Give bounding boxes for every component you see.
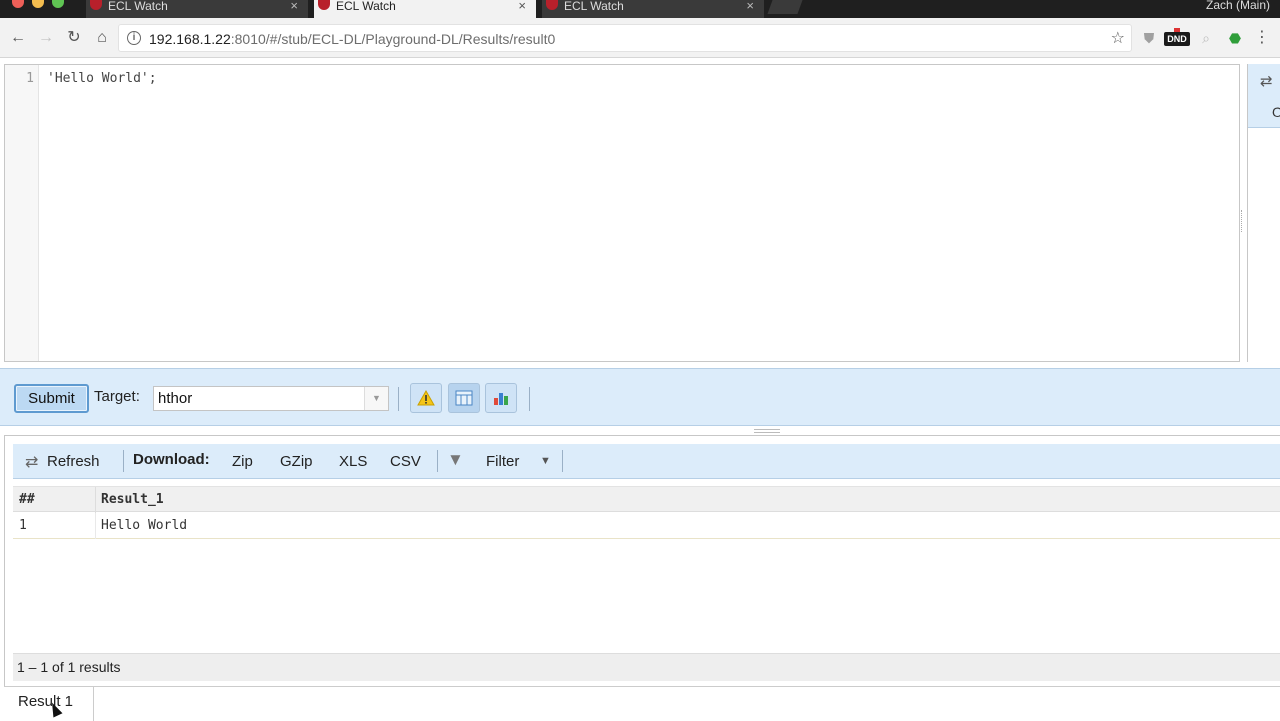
chart-view-icon[interactable] [485, 383, 517, 413]
ecl-watch-favicon-icon [546, 0, 558, 10]
results-count: 1 – 1 of 1 results [17, 659, 121, 675]
results-panel: ⇄ Refresh Download: Zip GZip XLS CSV ▼ F… [4, 435, 1280, 720]
target-label: Target: [94, 388, 140, 405]
address-bar[interactable]: i 192.168.1.22:8010/#/stub/ECL-DL/Playgr… [118, 24, 1132, 52]
column-separator [95, 487, 96, 513]
profile-name[interactable]: Zach (Main) [1206, 0, 1270, 11]
ecl-watch-favicon-icon [90, 0, 102, 10]
forward-icon[interactable]: → [34, 26, 58, 50]
url-text[interactable]: 192.168.1.22:8010/#/stub/ECL-DL/Playgrou… [149, 31, 555, 47]
zip-button[interactable]: Zip [232, 453, 253, 470]
dnd-extension-icon[interactable]: DND [1164, 28, 1190, 46]
line-number: 1 [26, 71, 34, 86]
toolbar-separator [398, 387, 399, 411]
gzip-button[interactable]: GZip [280, 453, 313, 470]
target-select[interactable]: hthor ▼ [153, 386, 389, 411]
tab-title: ECL Watch [336, 0, 396, 13]
results-toolbar: ⇄ Refresh Download: Zip GZip XLS CSV ▼ F… [13, 444, 1280, 479]
grid-footer: 1 – 1 of 1 results [13, 653, 1280, 681]
minimize-window-button[interactable] [32, 0, 44, 8]
toolbar-separator [529, 387, 530, 411]
side-panel: ⇄ O [1247, 64, 1280, 362]
column-separator [95, 513, 96, 539]
submit-toolbar: Submit Target: hthor ▼ [0, 368, 1280, 426]
submit-button[interactable]: Submit [14, 384, 89, 413]
browser-tab-strip: ECL Watch × ECL Watch × ECL Watch × Zach… [0, 0, 1280, 18]
home-icon[interactable]: ⌂ [90, 26, 114, 50]
column-header-row-number[interactable]: ## [19, 492, 35, 507]
warning-icon[interactable] [410, 383, 442, 413]
filter-button[interactable]: Filter [486, 453, 519, 470]
vertical-splitter-handle[interactable] [1241, 210, 1243, 232]
browser-tab-1[interactable]: ECL Watch × [86, 0, 308, 18]
browser-tab-2[interactable]: ECL Watch × [314, 0, 536, 18]
green-extension-icon[interactable]: ⬣ [1226, 30, 1244, 46]
tab-close-icon[interactable]: × [518, 0, 526, 12]
refresh-button[interactable]: Refresh [47, 453, 100, 470]
ecl-code-editor[interactable]: 1 'Hello World'; [4, 64, 1240, 362]
ecl-watch-favicon-icon [318, 0, 330, 10]
chevron-down-icon[interactable]: ▼ [364, 387, 388, 410]
csv-button[interactable]: CSV [390, 453, 421, 470]
toolbar-separator [562, 450, 563, 472]
tab-title: ECL Watch [108, 0, 168, 13]
refresh-icon[interactable]: ⇄ [25, 452, 38, 472]
tab-title: ECL Watch [564, 0, 624, 13]
tab-close-icon[interactable]: × [746, 0, 754, 12]
browser-toolbar: ← → ↻ ⌂ i 192.168.1.22:8010/#/stub/ECL-D… [0, 18, 1280, 58]
result-tabs-bar: Result 1 [4, 686, 1280, 721]
close-window-button[interactable] [12, 0, 24, 8]
xls-button[interactable]: XLS [339, 453, 367, 470]
browser-menu-icon[interactable]: ⋮ [1254, 30, 1270, 46]
toolbar-separator [437, 450, 438, 472]
tab-close-icon[interactable]: × [290, 0, 298, 12]
row-number-cell: 1 [19, 518, 27, 533]
column-header-result-1[interactable]: Result_1 [101, 492, 164, 507]
side-panel-header: ⇄ O [1248, 64, 1280, 128]
info-icon[interactable]: i [127, 31, 141, 45]
browser-tab-3[interactable]: ECL Watch × [542, 0, 764, 18]
magnifier-extension-icon[interactable]: ⌕ [1198, 30, 1214, 46]
code-line[interactable]: 'Hello World'; [47, 71, 157, 86]
chevron-down-icon[interactable]: ▼ [540, 455, 551, 467]
target-value: hthor [158, 390, 193, 407]
back-icon[interactable]: ← [6, 26, 30, 50]
shield-extension-icon[interactable]: ⛊ [1142, 30, 1156, 46]
result-cell: Hello World [101, 518, 188, 533]
line-number-gutter: 1 [5, 65, 39, 361]
grid-view-icon[interactable] [448, 383, 480, 413]
grid-header: ## Result_1 [13, 486, 1280, 513]
bookmark-star-icon[interactable]: ☆ [1111, 28, 1125, 48]
maximize-window-button[interactable] [52, 0, 64, 8]
new-tab-button[interactable] [767, 0, 803, 14]
refresh-icon[interactable]: ⇄ [1260, 72, 1273, 90]
reload-icon[interactable]: ↻ [62, 26, 86, 50]
download-label: Download: [133, 451, 210, 468]
table-row[interactable]: 1 Hello World [13, 513, 1280, 539]
side-panel-label[interactable]: O [1272, 104, 1280, 120]
filter-icon[interactable]: ▼ [447, 450, 464, 470]
toolbar-separator [123, 450, 124, 472]
horizontal-splitter-handle[interactable] [754, 429, 780, 433]
